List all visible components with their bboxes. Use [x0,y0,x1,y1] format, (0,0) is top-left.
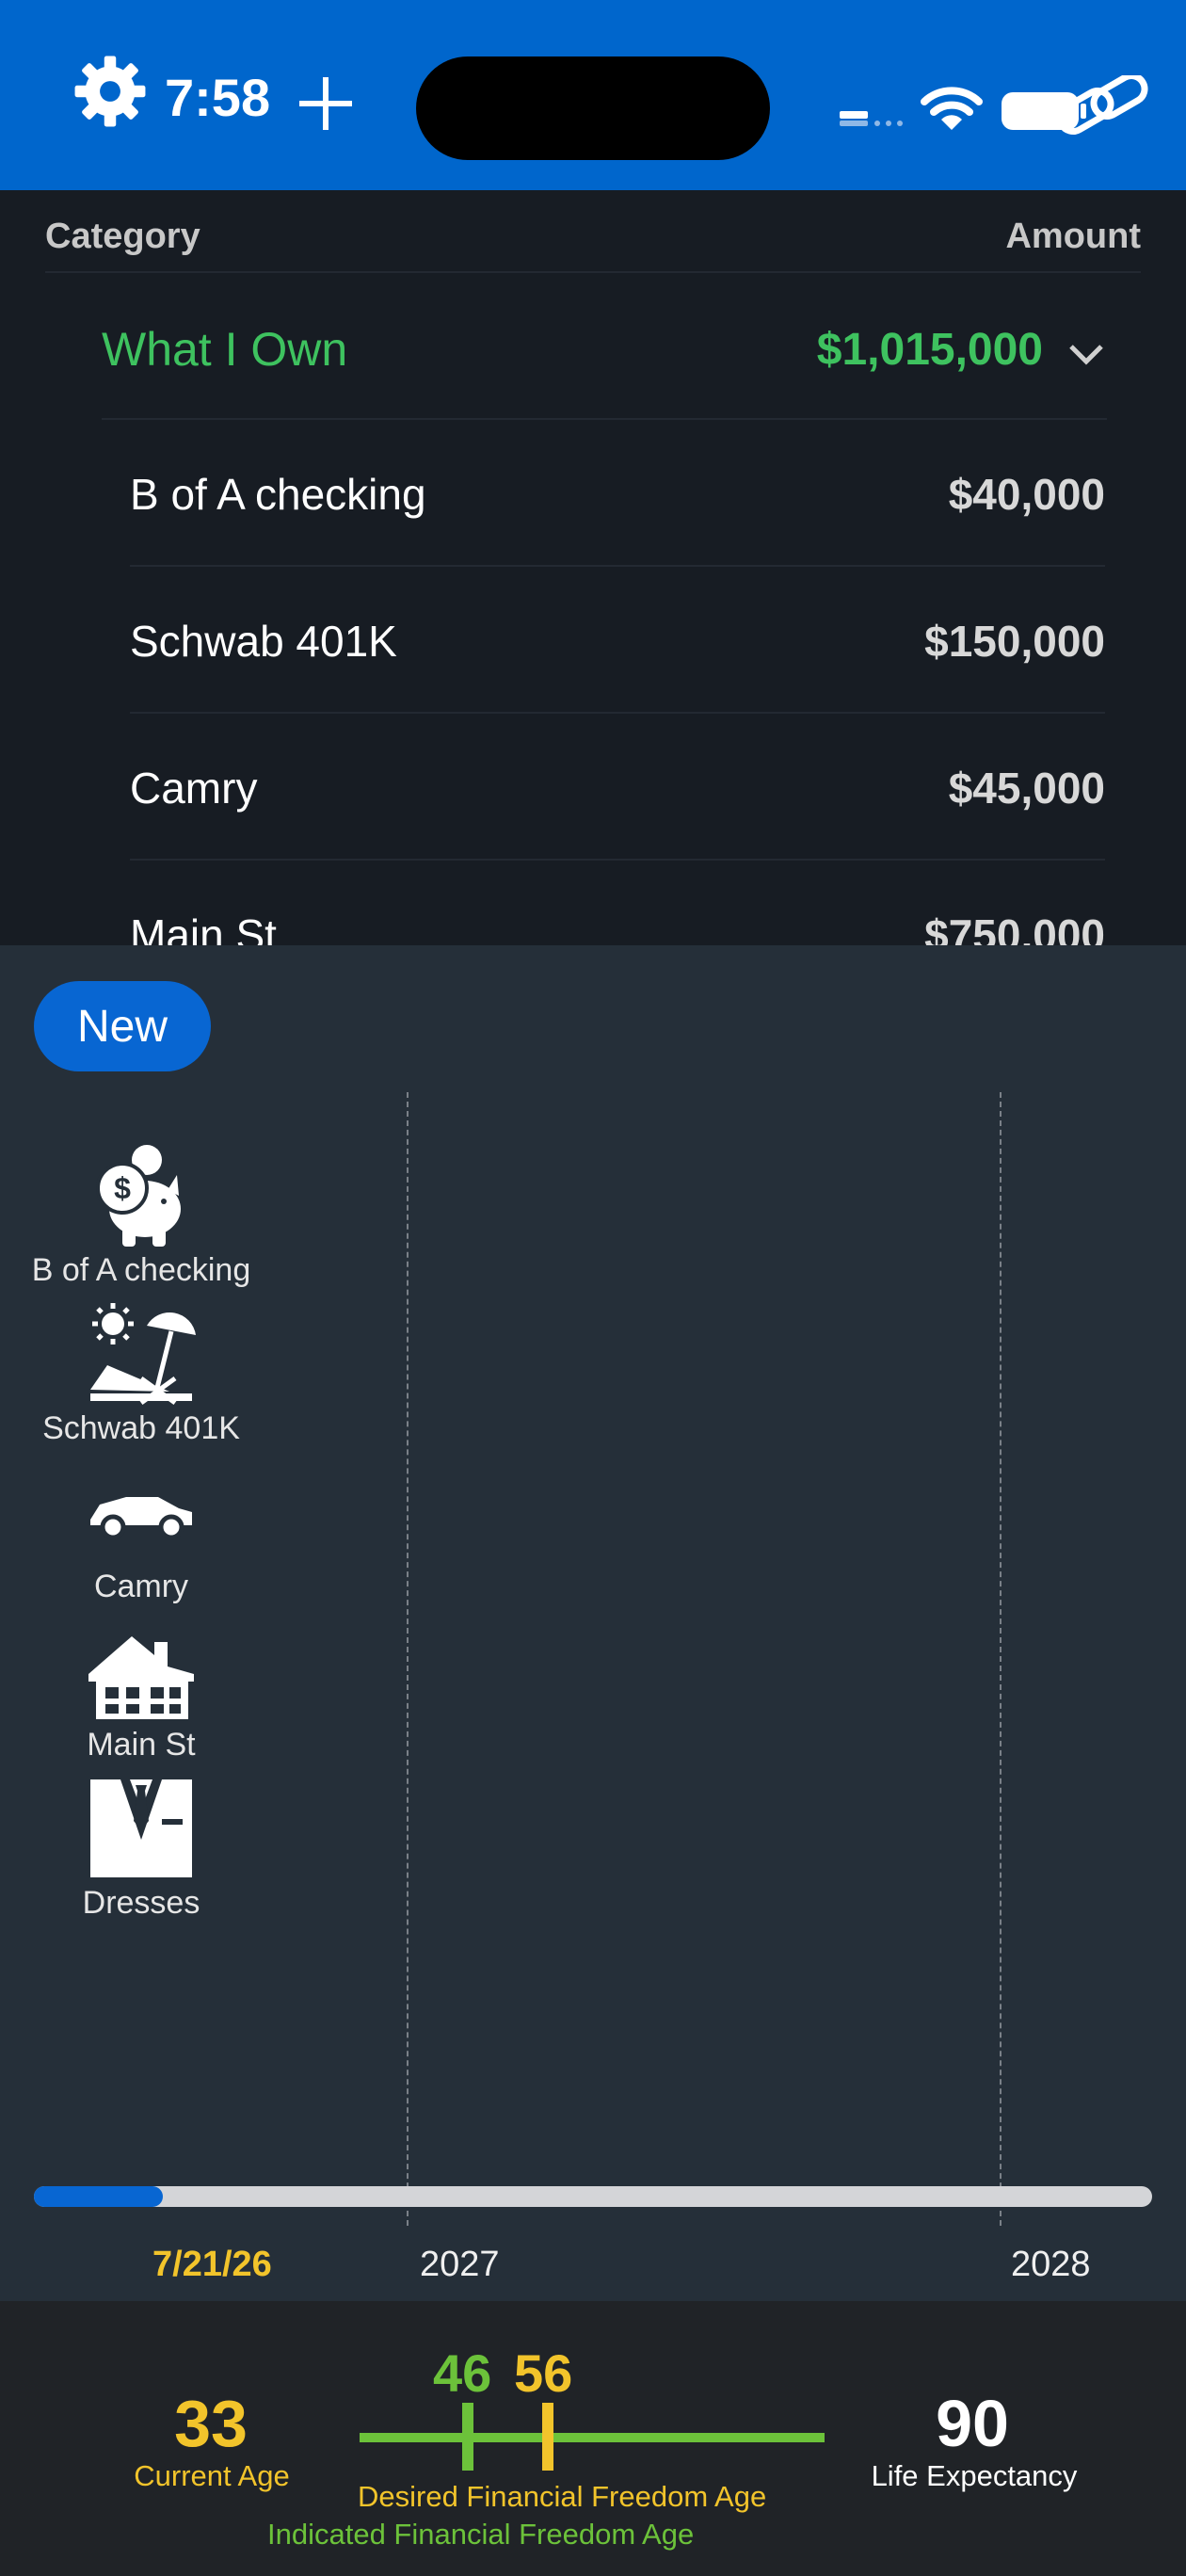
indicated-freedom-age-label: Indicated Financial Freedom Age [267,2518,695,2551]
wifi-icon [921,87,983,130]
timeline-panel: New $ B of A checking Schwab 401K Camry … [0,945,1186,2301]
svg-text:$: $ [114,1171,131,1205]
status-time: 7:58 [165,68,271,127]
desired-freedom-age-label: Desired Financial Freedom Age [358,2480,767,2513]
asset-label: Dresses [82,1885,200,1921]
asset-label: B of A checking [31,1252,251,1288]
year-label-2027: 2027 [420,2245,500,2284]
item-name: Main St [130,910,277,945]
freedom-age-bar [360,2433,825,2442]
timeline-progress-fill [34,2186,163,2207]
list-item[interactable]: Camry $45,000 [0,714,1186,859]
indicated-freedom-age-value: 56 [514,2343,573,2403]
desired-freedom-age-marker[interactable] [462,2403,473,2471]
year-gridline-2028 [1000,1092,1002,2226]
dynamic-island [416,56,770,160]
new-button[interactable]: New [34,981,211,1071]
item-amount: $40,000 [948,470,1105,519]
item-name: Camry [130,764,258,813]
current-age-value: 33 [174,2387,248,2460]
beach-chair-icon[interactable] [85,1297,198,1410]
desired-freedom-age-value: 46 [433,2343,492,2403]
group-label: What I Own [102,323,348,376]
year-label-2028: 2028 [1011,2245,1091,2284]
list-item[interactable]: B of A checking $40,000 [0,420,1186,565]
indicated-freedom-age-marker [542,2403,553,2471]
item-name: B of A checking [130,470,426,519]
asset-label: Schwab 401K [42,1410,240,1446]
life-expectancy-label: Life Expectancy [871,2459,1078,2492]
suit-icon[interactable] [85,1772,198,1885]
timeline-progress-track[interactable] [34,2186,1152,2207]
amount-header: Amount [1005,217,1141,256]
piggy-bank-icon[interactable]: $ [85,1139,198,1252]
list-item[interactable]: Schwab 401K $150,000 [0,567,1186,712]
current-date-label: 7/21/26 [152,2245,272,2284]
item-amount: $150,000 [924,617,1105,666]
asset-label: Main St [87,1727,196,1763]
item-name: Schwab 401K [130,617,397,666]
year-gridline-2027 [407,1092,409,2226]
item-amount: $750,000 [924,910,1105,945]
battery-icon [1002,75,1148,135]
asset-label: Camry [93,1569,189,1604]
house-icon[interactable] [85,1614,198,1727]
status-bar: 7:58 [0,0,1186,190]
category-list: Category Amount What I Own $1,015,000 B … [0,190,1186,945]
category-header: Category [45,217,200,256]
life-expectancy-value: 90 [936,2387,1009,2460]
current-age-label: Current Age [134,2459,290,2492]
plus-icon[interactable] [299,77,352,130]
cellular-signal-icon [840,111,903,126]
gear-icon[interactable] [73,55,147,128]
age-summary-panel: 33 Current Age 46 56 Desired Financial F… [0,2301,1186,2576]
group-amount: $1,015,000 [816,325,1043,375]
divider [45,271,1141,273]
car-icon[interactable] [85,1456,198,1569]
list-item[interactable]: Main St $750,000 [0,861,1186,945]
item-amount: $45,000 [948,764,1105,813]
group-row-what-i-own[interactable]: What I Own $1,015,000 [0,275,1186,416]
chevron-down-icon[interactable] [1066,339,1107,367]
